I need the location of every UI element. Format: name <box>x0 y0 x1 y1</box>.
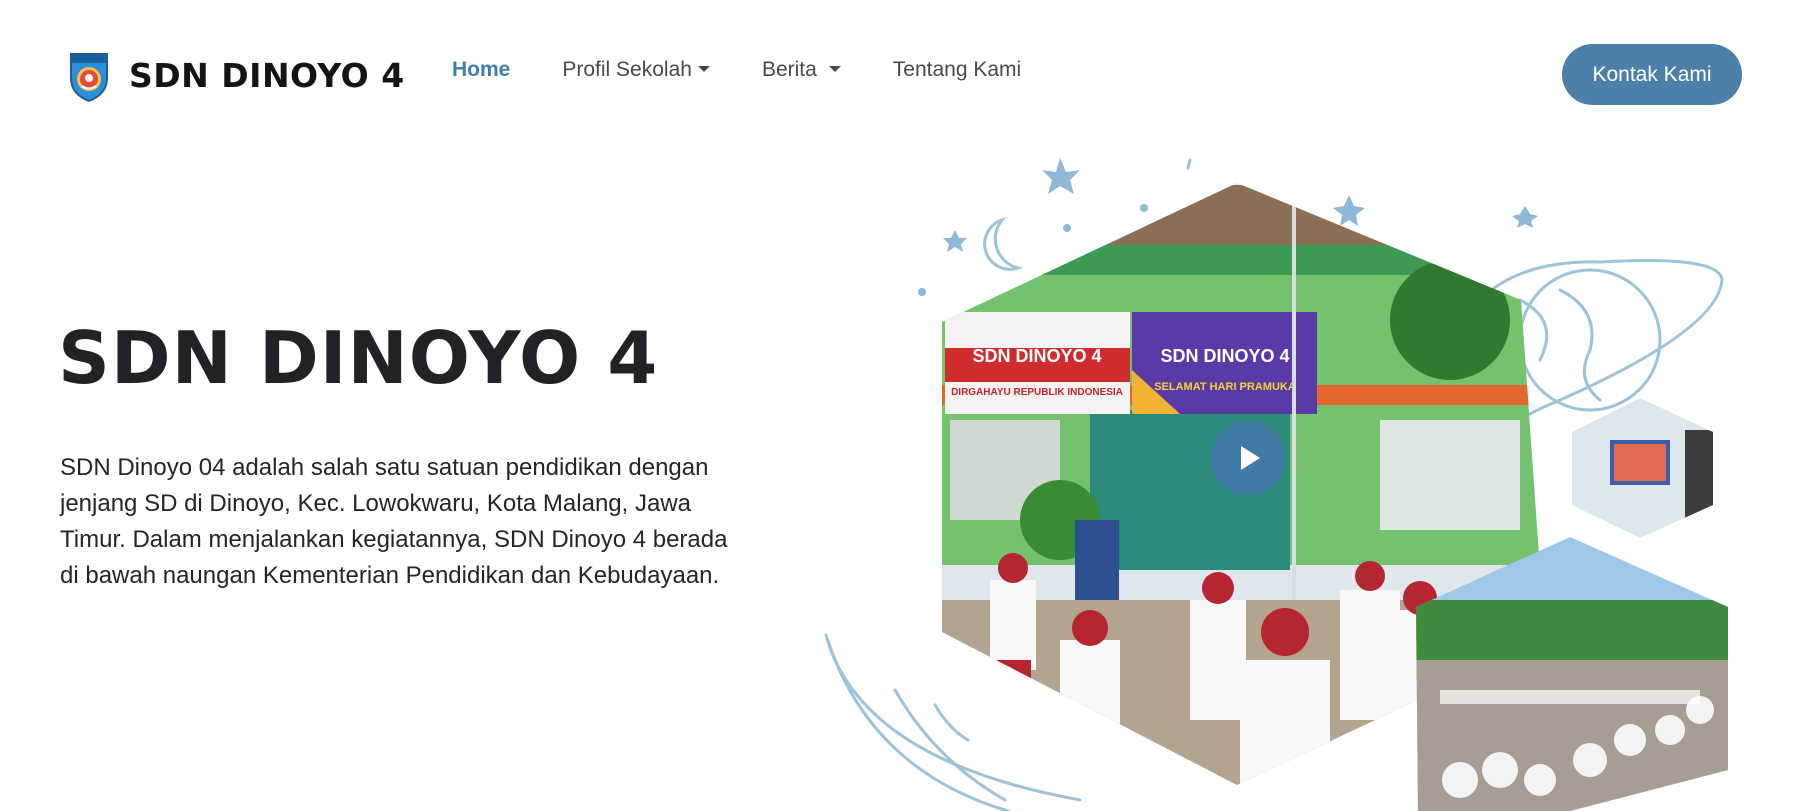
kontak-kami-button[interactable]: Kontak Kami <box>1562 44 1742 105</box>
nav-profil-sekolah-dropdown[interactable]: Profil Sekolah <box>562 58 710 82</box>
video-play-button[interactable] <box>1211 421 1285 495</box>
hero-description: SDN Dinoyo 04 adalah salah satu satuan p… <box>60 454 728 589</box>
nav-profil-label: Profil Sekolah <box>562 58 692 81</box>
brand-link[interactable]: SDN DINOYO 4 <box>68 48 405 102</box>
banner-left-sub: DIRGAHAYU REPUBLIK INDONESIA <box>951 387 1123 398</box>
navbar: SDN DINOYO 4 Home Profil Sekolah Berita … <box>0 0 1801 146</box>
star-icon <box>1512 206 1538 228</box>
star-icon <box>1042 158 1080 194</box>
star-icon <box>943 230 967 252</box>
classroom-photo <box>1572 398 1713 538</box>
nav-home-label: Home <box>452 58 511 81</box>
caret-down-icon <box>697 66 710 72</box>
nav-berita-dropdown[interactable]: Berita <box>762 58 841 82</box>
main-nav: Home Profil Sekolah Berita Tentang Kami <box>452 58 1073 82</box>
school-logo-icon <box>70 53 108 102</box>
hero-title: SDN DINOYO 4 <box>58 316 659 400</box>
nav-tentang-label: Tentang Kami <box>892 58 1022 81</box>
nav-tentang-kami[interactable]: Tentang Kami <box>893 58 1021 82</box>
schoolyard-photo <box>1416 537 1728 811</box>
caret-down-icon <box>828 66 841 72</box>
nav-home[interactable]: Home <box>452 58 510 82</box>
moon-icon <box>983 216 1024 271</box>
decor-doodles <box>824 158 1724 811</box>
nav-berita-label: Berita <box>761 58 817 81</box>
brand-name: SDN DINOYO 4 <box>129 55 405 95</box>
banner-right-sub: SELAMAT HARI PRAMUKA <box>1154 381 1296 393</box>
planet-icon <box>1518 268 1662 412</box>
star-icon <box>1333 195 1365 226</box>
banner-right-title: SDN DINOYO 4 <box>1160 346 1289 366</box>
decor-stars <box>918 158 1538 296</box>
banner-left-title: SDN DINOYO 4 <box>972 346 1101 366</box>
play-icon <box>1241 446 1260 470</box>
kontak-kami-label: Kontak Kami <box>1592 62 1712 86</box>
